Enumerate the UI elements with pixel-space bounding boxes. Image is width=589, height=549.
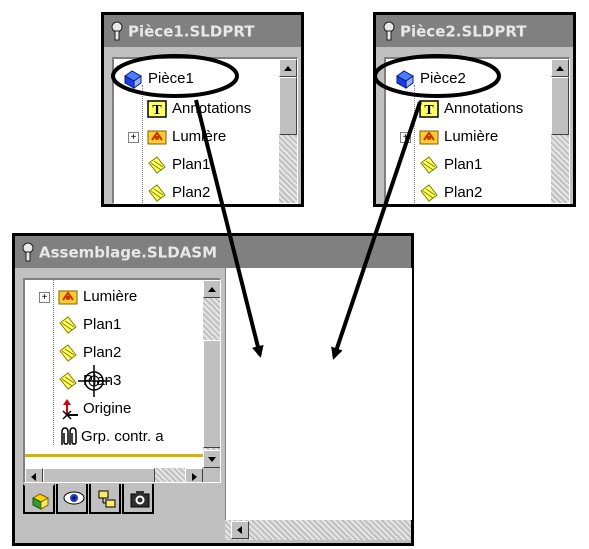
annotation-overlay (111, 54, 501, 360)
arrow-part2-to-assembly (331, 101, 422, 360)
arrow-part1-to-assembly (194, 99, 264, 358)
highlight-ellipse-part1 (111, 54, 239, 98)
highlight-ellipse-part2 (373, 54, 501, 98)
